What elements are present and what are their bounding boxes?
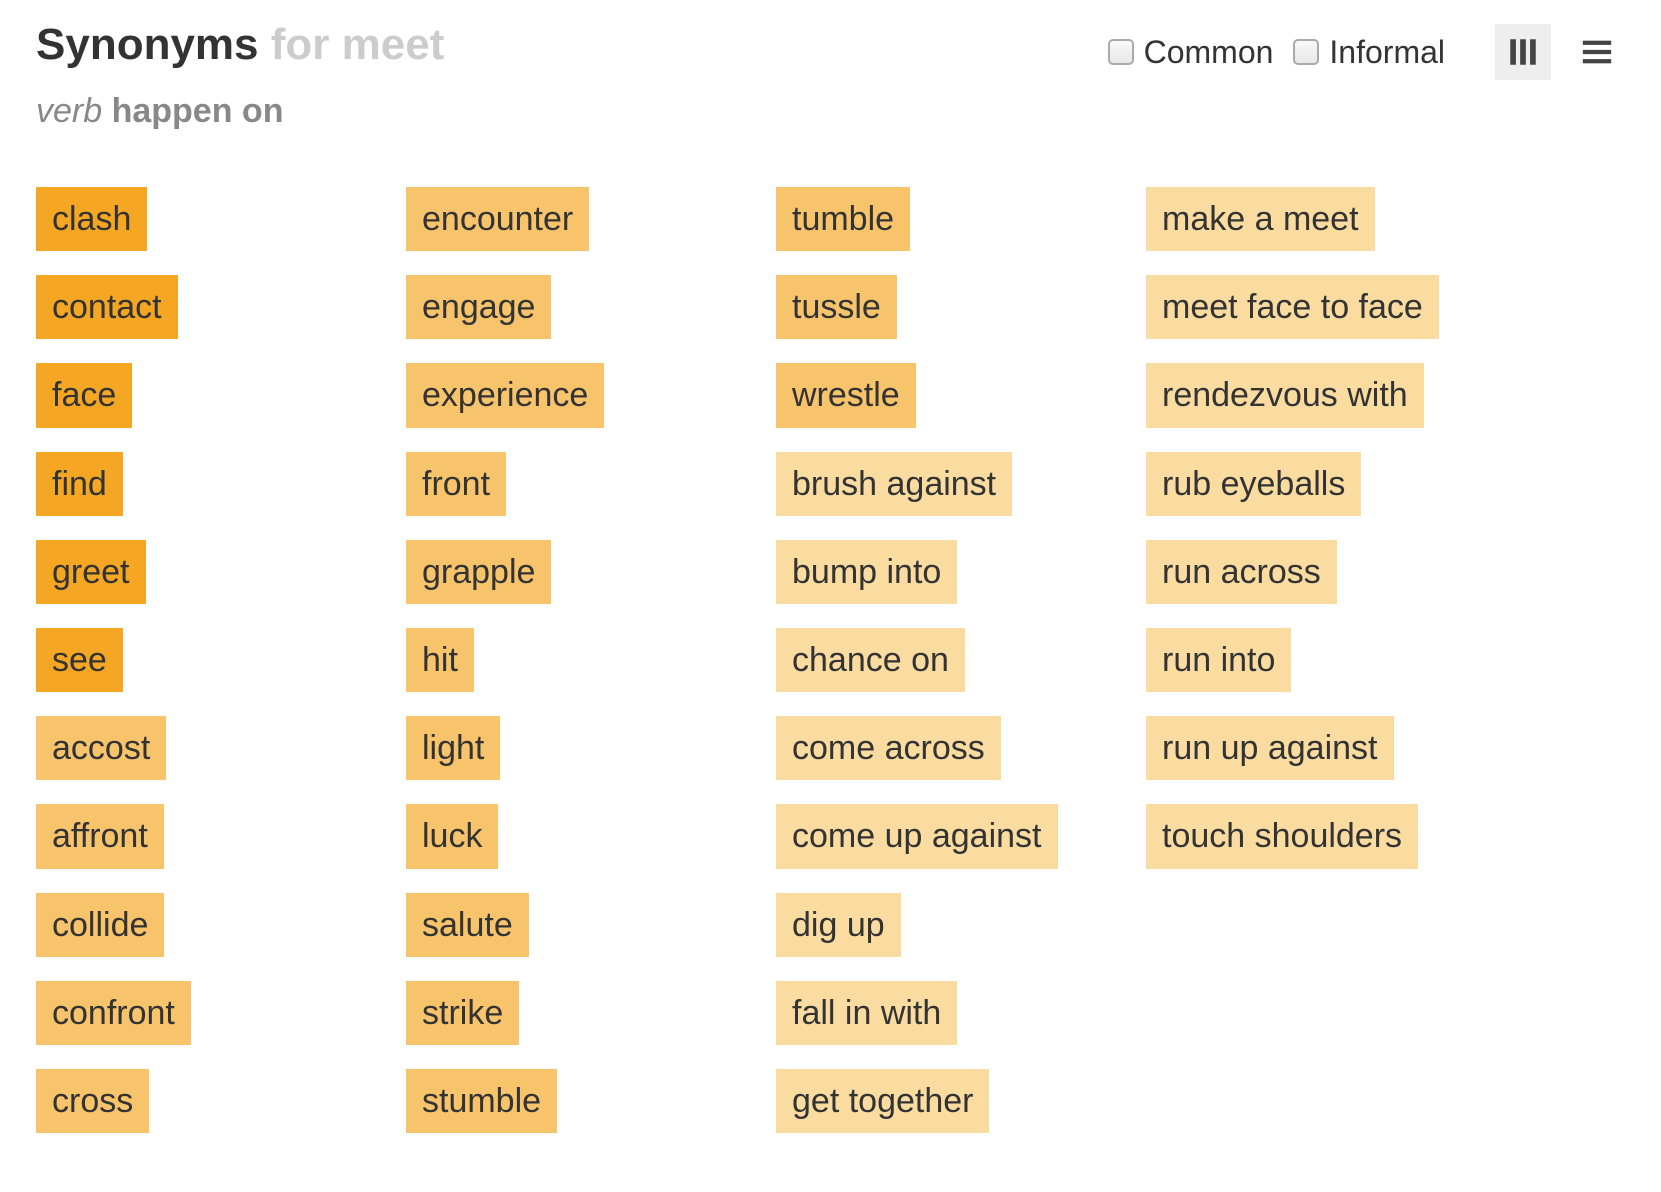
synonym-column: clash contact face find greet see accost affron… [36,187,406,1133]
synonym-chip[interactable]: stumble [406,1069,557,1133]
header-controls: Common Informal [1108,20,1625,80]
page-title: Synonyms for meet [36,20,444,70]
synonym-chip[interactable]: greet [36,540,146,604]
synonym-chip[interactable]: tussle [776,275,897,339]
filter-common[interactable]: Common [1108,34,1274,71]
title-strong: Synonyms [36,20,259,69]
synonym-chip[interactable]: luck [406,804,498,868]
synonym-chip[interactable]: chance on [776,628,965,692]
synonym-chip[interactable]: hit [406,628,474,692]
filter-common-label: Common [1144,34,1274,71]
title-context: for meet [271,20,445,69]
synonym-chip[interactable]: light [406,716,500,780]
synonym-chip[interactable]: dig up [776,893,901,957]
filter-informal-label: Informal [1329,34,1445,71]
synonym-chip[interactable]: wrestle [776,363,916,427]
synonym-chip[interactable]: strike [406,981,519,1045]
synonym-chip[interactable]: come up against [776,804,1058,868]
synonym-chip[interactable]: front [406,452,506,516]
synonym-columns: clash contact face find greet see accost affron… [36,187,1625,1133]
synonym-chip[interactable]: rub eyeballs [1146,452,1361,516]
synonym-chip[interactable]: meet face to face [1146,275,1439,339]
synonym-chip[interactable]: fall in with [776,981,957,1045]
synonym-chip[interactable]: get together [776,1069,989,1133]
filter-informal[interactable]: Informal [1293,34,1445,71]
sense-label: happen on [112,92,284,130]
synonym-chip[interactable]: come across [776,716,1001,780]
synonym-column: make a meet meet face to face rendezvous w… [1146,187,1516,1133]
synonym-chip[interactable]: find [36,452,123,516]
synonym-chip[interactable]: accost [36,716,166,780]
synonym-chip[interactable]: bump into [776,540,957,604]
synonym-chip[interactable]: run into [1146,628,1291,692]
synonym-chip[interactable]: brush against [776,452,1012,516]
synonym-chip[interactable]: collide [36,893,164,957]
synonym-chip[interactable]: make a meet [1146,187,1375,251]
synonym-chip[interactable]: clash [36,187,147,251]
synonym-chip[interactable]: run across [1146,540,1337,604]
synonym-chip[interactable]: face [36,363,132,427]
synonym-column: tumble tussle wrestle brush against bump int… [776,187,1146,1133]
part-of-speech: verb [36,92,102,130]
synonym-chip[interactable]: run up against [1146,716,1394,780]
synonym-column: encounter engage experience front grapple hit… [406,187,776,1133]
synonym-chip[interactable]: confront [36,981,191,1045]
synonym-chip[interactable]: salute [406,893,529,957]
synonym-chip[interactable]: see [36,628,123,692]
synonym-chip[interactable]: affront [36,804,164,868]
synonym-chip[interactable]: encounter [406,187,589,251]
synonym-chip[interactable]: cross [36,1069,149,1133]
synonym-chip[interactable]: tumble [776,187,910,251]
synonym-chip[interactable]: grapple [406,540,551,604]
view-list-button[interactable] [1569,24,1625,80]
checkbox-icon [1108,39,1134,65]
view-columns-button[interactable] [1495,24,1551,80]
checkbox-icon [1293,39,1319,65]
synonym-chip[interactable]: engage [406,275,551,339]
list-icon [1580,35,1614,69]
synonym-chip[interactable]: touch shoulders [1146,804,1418,868]
synonym-chip[interactable]: rendezvous with [1146,363,1424,427]
columns-icon [1506,35,1540,69]
sense-subheading: verb happen on [36,92,444,131]
synonym-chip[interactable]: contact [36,275,178,339]
synonym-chip[interactable]: experience [406,363,604,427]
